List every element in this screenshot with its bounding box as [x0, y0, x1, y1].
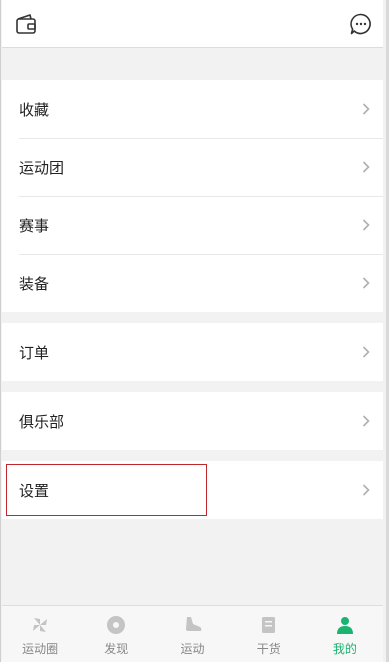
tab-label: 我的 — [332, 642, 357, 656]
tab-sport[interactable]: 运动 — [154, 606, 230, 662]
menu-item-sport-groups[interactable]: 运动团 — [2, 138, 383, 196]
menu-item-label: 装备 — [19, 274, 50, 293]
menu-item-label: 赛事 — [19, 216, 50, 235]
menu-item-orders[interactable]: 订单 — [2, 323, 383, 381]
menu-section-settings: 设置 — [2, 461, 383, 519]
menu-item-label: 俱乐部 — [19, 412, 65, 431]
menu-item-label: 设置 — [19, 481, 50, 500]
top-header — [2, 0, 383, 48]
menu-item-events[interactable]: 赛事 — [2, 196, 383, 254]
chevron-right-icon — [362, 103, 370, 115]
tab-label: 运动圈 — [22, 642, 59, 656]
app-frame: 收藏 运动团 赛事 装备 订单 俱乐部 设置 运动圈 发现 运动 干货 我的 — [0, 0, 389, 662]
chevron-right-icon — [362, 161, 370, 173]
chevron-right-icon — [362, 415, 370, 427]
tab-label: 发现 — [104, 642, 129, 656]
document-icon — [261, 617, 275, 633]
chevron-right-icon — [362, 346, 370, 358]
menu-item-favorites[interactable]: 收藏 — [2, 80, 383, 138]
tab-label: 运动 — [180, 642, 205, 656]
bottom-tab-bar: 运动圈 发现 运动 干货 我的 — [2, 605, 383, 662]
person-icon — [336, 617, 353, 634]
chevron-right-icon — [362, 484, 370, 496]
message-icon[interactable] — [349, 12, 373, 36]
menu-section-orders: 订单 — [2, 323, 383, 381]
tab-mine[interactable]: 我的 — [307, 606, 383, 662]
tab-sport-circle[interactable]: 运动圈 — [2, 606, 78, 662]
disc-icon — [107, 616, 126, 634]
menu-item-equipment[interactable]: 装备 — [2, 254, 383, 312]
pinwheel-icon — [33, 618, 48, 632]
tab-discover[interactable]: 发现 — [78, 606, 154, 662]
menu-item-club[interactable]: 俱乐部 — [2, 392, 383, 450]
menu-item-label: 收藏 — [19, 100, 50, 119]
menu-item-settings[interactable]: 设置 — [2, 461, 383, 519]
menu-item-label: 运动团 — [19, 158, 65, 177]
menu-section-main: 收藏 运动团 赛事 装备 — [2, 80, 383, 312]
menu-item-label: 订单 — [19, 343, 50, 362]
chevron-right-icon — [362, 219, 370, 231]
tab-dry-goods[interactable]: 干货 — [231, 606, 307, 662]
wallet-icon[interactable] — [15, 13, 37, 35]
menu-section-club: 俱乐部 — [2, 392, 383, 450]
tab-label: 干货 — [256, 642, 281, 656]
chevron-right-icon — [362, 277, 370, 289]
shoe-icon — [185, 617, 201, 631]
